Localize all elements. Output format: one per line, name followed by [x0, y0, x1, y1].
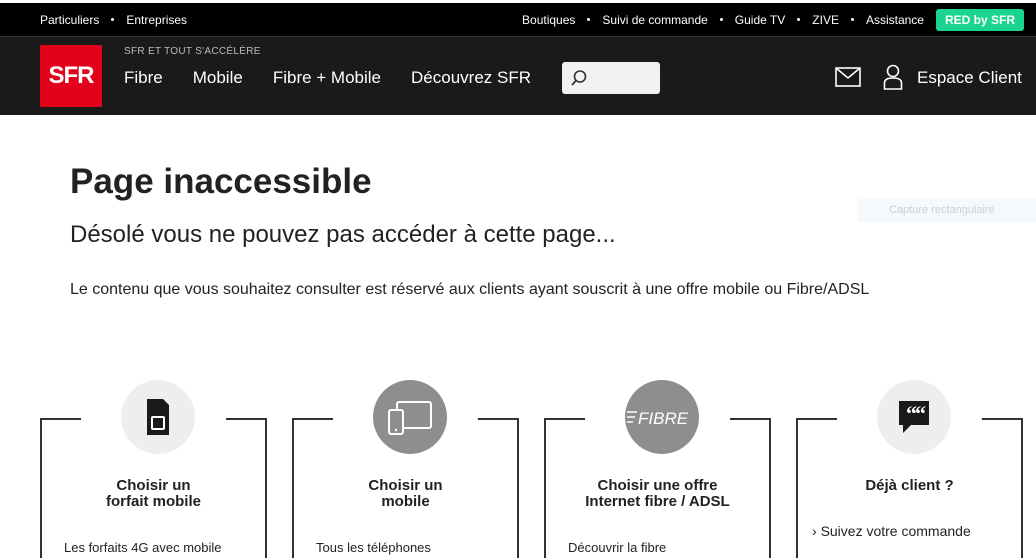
main-menu: Fibre Mobile Fibre + Mobile Découvrez SF… — [124, 68, 561, 88]
menu-item-decouvrez-sfr[interactable]: Découvrez SFR — [411, 68, 531, 88]
fibre-icon-text: FIBRE — [638, 409, 689, 428]
card-border-right — [478, 418, 517, 420]
sim-card-icon — [147, 399, 169, 435]
quote-bubble-icon: “ “ — [899, 401, 929, 433]
red-by-sfr-button[interactable]: RED by SFR — [935, 8, 1024, 31]
card-link[interactable]: Découvrir la fibre — [568, 540, 666, 555]
tagline: SFR ET TOUT S'ACCÉLÈRE — [124, 46, 261, 57]
card-link[interactable]: Les forfaits 4G avec mobile — [64, 540, 222, 555]
link-boutiques[interactable]: Boutiques — [522, 13, 575, 27]
card-title-line1: Choisir une offre — [597, 477, 718, 494]
card-border-left — [42, 418, 81, 420]
card-border-right — [730, 418, 769, 420]
card-icon-circle: “ “ — [877, 380, 951, 454]
card-link[interactable]: › Suivez votre commande — [812, 523, 971, 539]
card-internet-fibre[interactable]: FIBRE Choisir une offre Internet fibre /… — [544, 380, 771, 558]
card-title-line1: Choisir un — [368, 477, 443, 494]
top-utility-bar: Particuliers Entreprises Boutiques Suivi… — [0, 0, 1036, 36]
card-deja-client[interactable]: “ “ Déjà client ? › Suivez votre command… — [796, 380, 1023, 558]
card-mobile[interactable]: Choisir un mobile Tous les téléphones — [292, 380, 519, 558]
search-icon — [571, 70, 587, 86]
link-guide-tv[interactable]: Guide TV — [735, 13, 785, 27]
link-particuliers[interactable]: Particuliers — [40, 13, 99, 27]
separator-dot — [111, 18, 115, 21]
card-border-left — [798, 418, 837, 420]
devices-icon — [388, 401, 432, 435]
menu-item-fibre[interactable]: Fibre — [124, 68, 163, 88]
card-title: Choisir une offre Internet fibre / ADSL — [546, 478, 769, 510]
card-title: Choisir un forfait mobile — [42, 478, 265, 510]
menu-item-fibre-mobile[interactable]: Fibre + Mobile — [273, 68, 381, 88]
card-border-left — [294, 418, 333, 420]
card-link[interactable]: Tous les téléphones — [316, 540, 431, 555]
espace-client-link[interactable]: Espace Client — [917, 68, 1022, 88]
separator-dot — [587, 18, 591, 21]
link-zive[interactable]: ZIVE — [812, 13, 839, 27]
card-icon-circle — [121, 380, 195, 454]
capture-overlay: Capture rectangulaire — [857, 199, 1036, 222]
segment-links: Particuliers Entreprises — [40, 3, 187, 36]
link-assistance[interactable]: Assistance — [866, 13, 924, 27]
card-title-line2: forfait mobile — [105, 493, 201, 510]
page-title: Page inaccessible — [70, 162, 372, 201]
card-title-line1: Déjà client ? — [865, 477, 954, 494]
mail-icon[interactable] — [835, 67, 861, 87]
card-border-right — [226, 418, 265, 420]
link-suivi-commande[interactable]: Suivi de commande — [602, 13, 707, 27]
chevron-right-icon: › — [812, 523, 817, 539]
menu-item-mobile[interactable]: Mobile — [193, 68, 243, 88]
card-link-label: Suivez votre commande — [820, 523, 971, 539]
card-icon-circle — [373, 380, 447, 454]
search-input[interactable] — [562, 62, 660, 94]
fibre-icon: FIBRE — [627, 409, 689, 428]
sfr-logo[interactable]: SFR — [40, 45, 102, 107]
card-icon-circle: FIBRE — [625, 380, 699, 454]
page-subtitle: Désolé vous ne pouvez pas accéder à cett… — [70, 221, 616, 248]
user-icon[interactable] — [883, 64, 903, 90]
card-border-right — [982, 418, 1021, 420]
card-title: Choisir un mobile — [294, 478, 517, 510]
card-title: Déjà client ? — [798, 478, 1021, 494]
card-forfait-mobile[interactable]: Choisir un forfait mobile Les forfaits 4… — [40, 380, 267, 558]
card-title-line2: Internet fibre / ADSL — [585, 493, 730, 510]
link-entreprises[interactable]: Entreprises — [126, 13, 187, 27]
card-title-line1: Choisir un — [116, 477, 191, 494]
page-description: Le contenu que vous souhaitez consulter … — [70, 281, 870, 298]
card-title-line2: mobile — [381, 493, 430, 510]
separator-dot — [719, 18, 723, 21]
utility-links: Boutiques Suivi de commande Guide TV ZIV… — [522, 3, 1024, 36]
svg-text:“: “ — [915, 401, 926, 426]
separator-dot — [850, 18, 854, 21]
card-border-left — [546, 418, 585, 420]
separator-dot — [797, 18, 801, 21]
